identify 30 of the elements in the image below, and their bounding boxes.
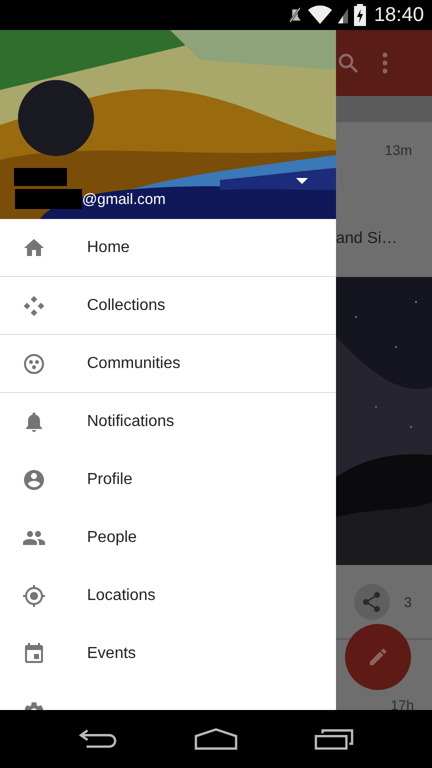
wifi-icon — [308, 5, 332, 25]
post-time: 17h — [390, 697, 414, 710]
post-time: 13m — [384, 142, 412, 158]
clock-time: 18:40 — [374, 4, 424, 26]
post-title: and Si… — [336, 230, 398, 248]
back-icon[interactable] — [78, 727, 118, 751]
menu-item[interactable]: Home — [0, 219, 336, 277]
dropdown-arrow-icon[interactable] — [296, 178, 308, 184]
recent-apps-icon[interactable] — [314, 727, 354, 751]
share-count: 3 — [404, 594, 412, 610]
menu-item[interactable]: Notifications — [0, 393, 336, 451]
menu-item[interactable]: People — [0, 509, 336, 567]
crosshair-icon — [22, 584, 46, 608]
menu-item[interactable]: Locations — [0, 567, 336, 625]
menu-item[interactable]: Profile — [0, 451, 336, 509]
muted-icon — [288, 6, 302, 24]
signal-icon — [338, 6, 348, 24]
home-icon[interactable] — [194, 727, 238, 751]
diamonds-icon — [22, 294, 46, 318]
calendar-icon — [22, 642, 46, 666]
share-icon[interactable] — [354, 584, 390, 620]
circle-dots-icon — [22, 352, 46, 376]
redaction-bar — [15, 189, 82, 209]
pencil-icon — [367, 646, 389, 668]
redaction-bar — [14, 168, 67, 186]
more-icon[interactable] — [382, 51, 388, 75]
battery-icon — [354, 4, 366, 26]
search-icon[interactable] — [336, 51, 360, 75]
menu-item[interactable]: Events — [0, 625, 336, 683]
account-email: @gmail.com — [82, 190, 166, 208]
